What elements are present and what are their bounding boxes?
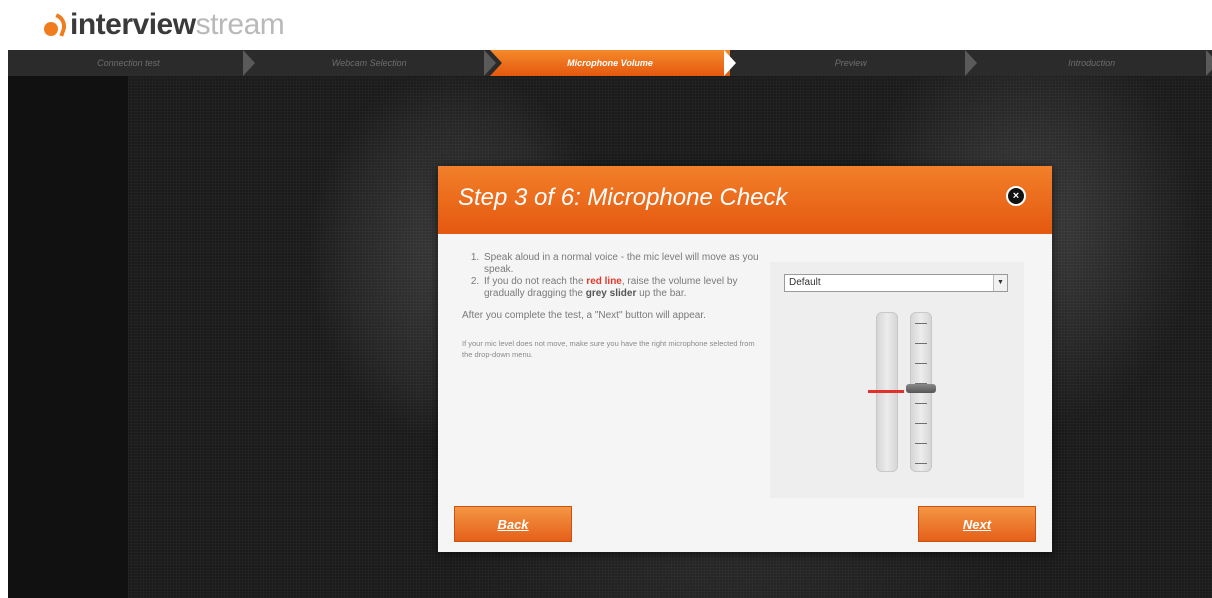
instruction-list: Speak aloud in a normal voice - the mic … — [478, 252, 762, 300]
next-button[interactable]: Next — [918, 506, 1036, 542]
instruction-text: If you do not reach the — [484, 276, 587, 287]
slider-tick — [915, 343, 927, 344]
logo: interview stream — [44, 8, 285, 42]
instruction-item-2: If you do not reach the red line, raise … — [482, 276, 762, 300]
step-preview: Preview — [730, 50, 978, 76]
instruction-item-1: Speak aloud in a normal voice - the mic … — [482, 252, 762, 276]
step-introduction: Introduction — [971, 50, 1212, 76]
step-arrow — [242, 50, 255, 76]
slider-tick — [915, 443, 927, 444]
logo-text-light: stream — [195, 8, 285, 41]
microphone-select[interactable]: Default ▼ — [784, 274, 1008, 292]
step-webcam-selection: Webcam Selection — [249, 50, 496, 76]
red-line-text: red line — [586, 276, 622, 287]
chevron-down-icon[interactable]: ▼ — [993, 275, 1007, 291]
slider-tick — [915, 363, 927, 364]
step-arrow — [1205, 50, 1212, 76]
microphone-check-dialog: Step 3 of 6: Microphone Check × Speak al… — [438, 166, 1052, 552]
instruction-text: up the bar. — [636, 288, 687, 299]
after-test-text: After you complete the test, a "Next" bu… — [462, 310, 706, 321]
step-label: Preview — [834, 58, 867, 68]
volume-slider-thumb[interactable] — [906, 384, 936, 393]
step-label: Introduction — [1068, 58, 1116, 68]
microphone-select-value: Default — [789, 277, 821, 288]
dialog-title: Step 3 of 6: Microphone Check — [458, 184, 788, 211]
step-connection-test: Connection test — [8, 50, 255, 76]
step-arrow — [965, 50, 978, 76]
step-label: Connection test — [97, 58, 160, 68]
dialog-body: Speak aloud in a normal voice - the mic … — [438, 234, 1052, 552]
step-label: Webcam Selection — [331, 58, 407, 68]
slider-tick — [915, 423, 927, 424]
red-line-marker — [868, 390, 904, 393]
step-label: Microphone Volume — [567, 58, 653, 68]
header: interview stream — [0, 0, 1212, 50]
dialog-header: Step 3 of 6: Microphone Check × — [438, 166, 1052, 234]
close-icon[interactable]: × — [1006, 186, 1026, 206]
step-arrow — [724, 50, 737, 76]
slider-tick — [915, 323, 927, 324]
step-arrow — [483, 50, 496, 76]
slider-tick — [915, 463, 927, 464]
logo-icon — [44, 12, 70, 38]
step-microphone-volume: Microphone Volume — [489, 50, 737, 76]
slider-tick — [915, 403, 927, 404]
instructions: Speak aloud in a normal voice - the mic … — [462, 252, 762, 360]
help-note: If your mic level does not move, make su… — [462, 339, 755, 359]
mic-panel: Default ▼ — [770, 262, 1024, 498]
back-button[interactable]: Back — [454, 506, 572, 542]
step-progress-bar: Connection test Webcam Selection Microph… — [8, 50, 1212, 76]
logo-text-strong: interview — [70, 8, 196, 41]
grey-slider-text: grey slider — [585, 288, 637, 299]
